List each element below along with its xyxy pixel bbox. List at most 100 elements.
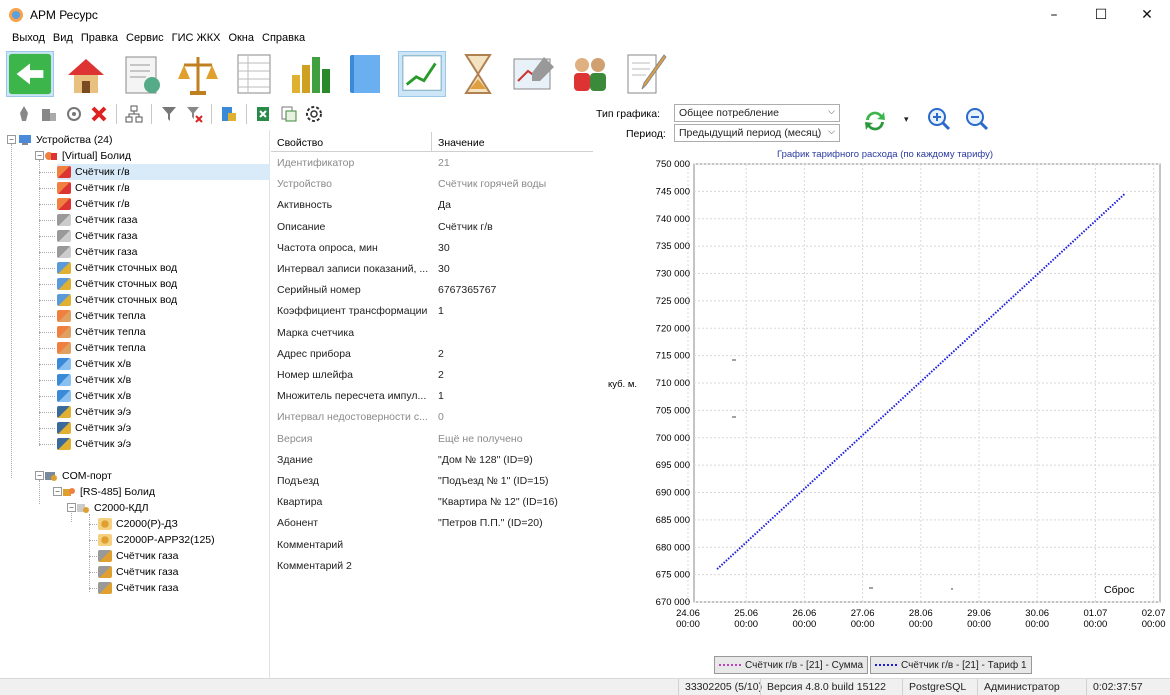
export-excel-icon[interactable] [254,104,274,124]
header-property[interactable]: Свойство [277,137,323,149]
property-value[interactable]: Счётчик горячей воды [438,178,546,190]
property-row[interactable]: Серийный номер 6767365767 [271,281,593,302]
refresh-dropdown-icon[interactable]: ▾ [904,114,909,125]
property-row[interactable]: Адрес прибора 2 [271,345,593,366]
menu-windows[interactable]: Окна [224,30,258,48]
tree-expander[interactable]: − [7,135,16,144]
property-value[interactable]: 0 [438,411,444,423]
property-value[interactable]: 2 [438,369,444,381]
tree-root[interactable]: Устройства (24) [18,132,113,148]
tree-c2000-item[interactable]: Счётчик газа [98,548,178,564]
property-row[interactable]: Абонент "Петров П.П." (ID=20) [271,514,593,535]
property-value[interactable]: "Квартира № 12" (ID=16) [438,496,558,508]
property-value[interactable]: Счётчик г/в [438,221,493,233]
tree-device-item[interactable]: Счётчик сточных вод [57,292,177,308]
property-row[interactable]: Частота опроса, мин 30 [271,239,593,260]
reset-label[interactable]: Сброс [1104,584,1135,596]
header-value[interactable]: Значение [438,137,485,149]
menu-service[interactable]: Сервис [122,30,168,48]
property-row[interactable]: Здание "Дом № 128" (ID=9) [271,451,593,472]
tree-c2000-item[interactable]: Счётчик газа [98,580,178,596]
property-row[interactable]: Интервал недостоверности с... 0 [271,408,593,429]
line-chart-icon[interactable] [398,51,446,97]
tree-device-item[interactable]: Счётчик сточных вод [57,260,177,276]
refresh-gear-icon[interactable] [64,104,84,124]
refresh-icon[interactable] [862,108,888,134]
hierarchy-icon[interactable] [124,104,144,124]
tree-device-item[interactable]: Счётчик э/э [57,436,131,452]
menu-edit[interactable]: Правка [77,30,122,48]
tree-c2000-item[interactable]: Счётчик газа [98,564,178,580]
delete-icon[interactable] [89,104,109,124]
tree-device-item[interactable]: Счётчик х/в [57,388,131,404]
hourglass-icon[interactable] [454,51,502,97]
database-icon[interactable] [219,104,239,124]
contract-icon[interactable] [118,51,166,97]
tree-c2000-item[interactable]: С2000(Р)-ДЗ [98,516,178,532]
report-edit-icon[interactable] [622,51,670,97]
property-row[interactable]: Множитель пересчета импул... 1 [271,387,593,408]
map-edit-icon[interactable] [510,51,558,97]
tree-device-item[interactable]: Счётчик сточных вод [57,276,177,292]
property-value[interactable]: 1 [438,305,444,317]
filter-clear-icon[interactable] [184,104,204,124]
property-value[interactable]: "Петров П.П." (ID=20) [438,517,543,529]
property-value[interactable]: "Подъезд № 1" (ID=15) [438,475,549,487]
tree-rs485[interactable]: [RS-485] Болид [62,484,155,500]
book-icon[interactable] [342,51,390,97]
tree-device-item[interactable]: Счётчик э/э [57,420,131,436]
copy-icon[interactable] [279,104,299,124]
property-row[interactable]: Идентификатор 21 [271,154,593,175]
device-group-icon[interactable] [39,104,59,124]
property-value[interactable]: 30 [438,263,450,275]
chart-type-select[interactable]: Общее потребление ⌵ [674,104,840,122]
property-value[interactable]: "Дом № 128" (ID=9) [438,454,533,466]
property-row[interactable]: Комментарий 2 [271,557,593,578]
tree-device-item[interactable]: Счётчик тепла [57,340,146,356]
filter-icon[interactable] [159,104,179,124]
property-row[interactable]: Марка счетчика [271,324,593,345]
tree-device-item[interactable]: Счётчик э/э [57,404,131,420]
property-row[interactable]: Номер шлейфа 2 [271,366,593,387]
legend-item[interactable]: Счётчик г/в - [21] - Тариф 1 [870,656,1032,674]
property-row[interactable]: Подъезд "Подъезд № 1" (ID=15) [271,472,593,493]
tree-device-item[interactable]: Счётчик газа [57,244,137,260]
device-icon[interactable] [14,104,34,124]
tree-virtual-group[interactable]: [Virtual] Болид [44,148,131,164]
minimize-button[interactable]: – [1031,0,1077,30]
maximize-button[interactable]: ☐ [1078,0,1124,30]
legend-item[interactable]: Счётчик г/в - [21] - Сумма [714,656,869,674]
tree-device-item[interactable]: Счётчик г/в [57,180,130,196]
tree-expander[interactable]: − [53,487,62,496]
property-row[interactable]: Устройство Счётчик горячей воды [271,175,593,196]
consumption-chart[interactable]: График тарифного расхода (по каждому тар… [600,146,1170,646]
tree-c2000-item[interactable]: С2000Р-АРР32(125) [98,532,215,548]
tree-device-item[interactable]: Счётчик тепла [57,324,146,340]
settings-gear-icon[interactable] [304,104,324,124]
menu-help[interactable]: Справка [258,30,309,48]
menu-exit[interactable]: Выход [8,30,49,48]
menu-gis[interactable]: ГИС ЖКХ [168,30,225,48]
tree-device-item[interactable]: Счётчик х/в [57,356,131,372]
tree-device-item[interactable]: Счётчик х/в [57,372,131,388]
property-row[interactable]: Интервал записи показаний, ... 30 [271,260,593,281]
property-row[interactable]: Версия Ещё не получено [271,430,593,451]
tree-device-item[interactable]: Счётчик газа [57,212,137,228]
property-value[interactable]: 30 [438,242,450,254]
tree-device-item[interactable]: Счётчик г/в [57,196,130,212]
property-value[interactable]: 2 [438,348,444,360]
property-row[interactable]: Активность Да [271,196,593,217]
property-row[interactable]: Квартира "Квартира № 12" (ID=16) [271,493,593,514]
property-value[interactable]: 6767365767 [438,284,496,296]
back-arrow-icon[interactable] [6,51,54,97]
tree-com-port[interactable]: COM-порт [44,468,112,484]
building-icon[interactable] [62,51,110,97]
table-icon[interactable] [230,51,278,97]
tree-device-item[interactable]: Счётчик г/в [57,164,270,180]
property-value[interactable]: 21 [438,157,450,169]
property-row[interactable]: Описание Счётчик г/в [271,218,593,239]
tree-expander[interactable]: − [35,471,44,480]
tree-c2000[interactable]: С2000-КДЛ [76,500,149,516]
property-row[interactable]: Коэффициент трансформации 1 [271,302,593,323]
scales-icon[interactable] [174,51,222,97]
